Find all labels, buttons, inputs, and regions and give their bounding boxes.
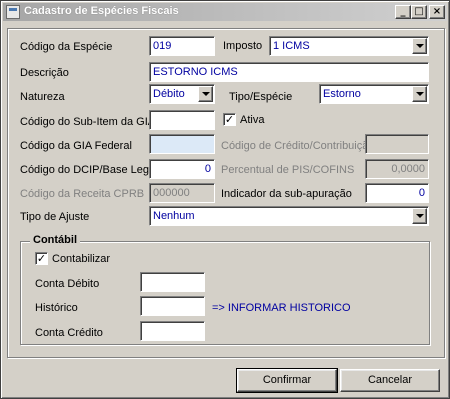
gia-federal-label: Código da GIA Federal bbox=[20, 140, 132, 152]
indicador-sub-apuracao-input[interactable]: 0 bbox=[365, 183, 429, 203]
codigo-especie-input[interactable]: 019 bbox=[149, 36, 215, 56]
indicador-sub-apuracao-label: Indicador da sub-apuração bbox=[221, 188, 352, 200]
sub-item-gia-label: Código do Sub-Item da GIA bbox=[20, 116, 156, 128]
codigo-especie-label: Código da Espécie bbox=[20, 41, 113, 53]
conta-debito-input[interactable] bbox=[140, 272, 205, 292]
dcip-label: Código do DCIP/Base Legal bbox=[20, 164, 158, 176]
natureza-select[interactable]: Débito bbox=[149, 84, 215, 104]
gia-federal-input[interactable] bbox=[149, 134, 215, 154]
receita-cprb-label: Código da Receita CPRB bbox=[20, 188, 145, 200]
conta-credito-input[interactable] bbox=[140, 321, 205, 341]
imposto-value: 1 ICMS bbox=[273, 40, 310, 52]
percentual-pis-label: Percentual de PIS/COFINS bbox=[221, 164, 355, 176]
chevron-down-icon[interactable] bbox=[412, 38, 427, 54]
contabilizar-checkbox[interactable]: ✓ bbox=[35, 252, 48, 265]
conta-debito-label: Conta Débito bbox=[35, 278, 100, 290]
codigo-credito-input bbox=[365, 134, 429, 154]
dialog-window: Cadastro de Espécies Fiscais _ □ × Códig… bbox=[0, 0, 450, 399]
natureza-value: Débito bbox=[153, 88, 185, 100]
descricao-label: Descrição bbox=[20, 67, 69, 79]
tipo-ajuste-select[interactable]: Nenhum bbox=[149, 206, 429, 226]
descricao-input[interactable]: ESTORNO ICMS bbox=[149, 62, 429, 82]
ativa-label: Ativa bbox=[240, 114, 265, 126]
imposto-label: Imposto bbox=[223, 40, 263, 52]
window-title: Cadastro de Espécies Fiscais bbox=[24, 5, 179, 17]
sub-item-gia-input[interactable] bbox=[149, 110, 215, 130]
minimize-button[interactable]: _ bbox=[395, 5, 411, 19]
title-bar[interactable]: Cadastro de Espécies Fiscais _ □ × bbox=[3, 3, 447, 21]
historico-hint: => INFORMAR HISTORICO bbox=[212, 302, 351, 314]
chevron-down-icon[interactable] bbox=[412, 208, 427, 224]
receita-cprb-input: 000000 bbox=[149, 183, 215, 203]
percentual-pis-input: 0,0000 bbox=[365, 159, 429, 179]
tipo-especie-select[interactable]: Estorno bbox=[319, 84, 429, 104]
imposto-select[interactable]: 1 ICMS bbox=[269, 36, 429, 56]
conta-credito-label: Conta Crédito bbox=[35, 327, 103, 339]
natureza-label: Natureza bbox=[20, 91, 65, 103]
ativa-checkbox[interactable]: ✓ bbox=[223, 113, 236, 126]
historico-input[interactable] bbox=[140, 296, 205, 316]
app-icon bbox=[6, 5, 20, 19]
close-button[interactable]: × bbox=[429, 5, 445, 19]
tipo-ajuste-label: Tipo de Ajuste bbox=[20, 211, 90, 223]
tipo-especie-label: Tipo/Espécie bbox=[229, 91, 293, 103]
maximize-button[interactable]: □ bbox=[411, 5, 427, 19]
contabilizar-label: Contabilizar bbox=[52, 253, 111, 265]
codigo-credito-label: Código de Crédito/Contribuição bbox=[221, 140, 375, 152]
chevron-down-icon[interactable] bbox=[198, 86, 213, 102]
cancelar-button[interactable]: Cancelar bbox=[340, 369, 440, 392]
confirmar-button[interactable]: Confirmar bbox=[236, 368, 338, 393]
dcip-input[interactable]: 0 bbox=[149, 159, 215, 179]
tipo-ajuste-value: Nenhum bbox=[153, 210, 195, 222]
chevron-down-icon[interactable] bbox=[412, 86, 427, 102]
contabil-legend: Contábil bbox=[30, 234, 80, 246]
historico-label: Histórico bbox=[35, 302, 78, 314]
tipo-especie-value: Estorno bbox=[323, 88, 361, 100]
